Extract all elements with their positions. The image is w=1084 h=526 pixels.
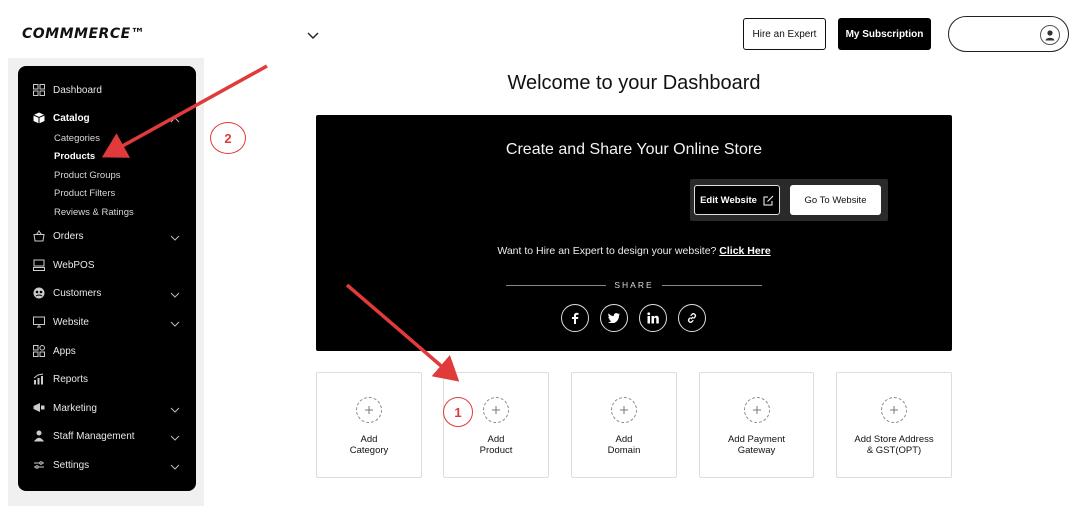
plus-icon: [743, 397, 770, 423]
my-subscription-button[interactable]: My Subscription: [838, 18, 931, 50]
sidebar-subitem-categories[interactable]: Categories: [54, 133, 100, 144]
chevron-down-icon[interactable]: [170, 462, 180, 472]
sidebar-item-label: Orders: [53, 230, 84, 242]
hero-title: Create and Share Your Online Store: [505, 141, 763, 158]
sidebar-subitem-products[interactable]: Products: [54, 151, 95, 162]
settings-icon: [32, 458, 46, 472]
sidebar-item-label: Website: [53, 316, 89, 328]
sidebar-item-label: Marketing: [53, 402, 97, 414]
plus-icon: [611, 397, 637, 423]
store-hero-panel: Create and Share Your Online Store Edit …: [316, 115, 952, 351]
card-label: Add Category: [349, 434, 389, 456]
apps-icon: [32, 344, 46, 358]
hire-expert-button[interactable]: Hire an Expert: [743, 18, 826, 50]
sidebar-item-label: Reports: [53, 373, 89, 385]
pos-icon: [32, 258, 46, 272]
add-category-card[interactable]: Add Category: [316, 372, 422, 478]
twitter-icon[interactable]: [600, 304, 628, 332]
add-domain-card[interactable]: Add Domain: [571, 372, 677, 478]
sidebar-item-label: Catalog: [53, 112, 90, 124]
sidebar: Dashboard Catalog Categories Products Pr…: [18, 66, 196, 491]
share-divider: SHARE: [506, 279, 762, 291]
sidebar-item-apps[interactable]: Apps: [32, 344, 76, 358]
sidebar-item-customers[interactable]: Customers: [32, 286, 101, 300]
sidebar-subitem-reviews-ratings[interactable]: Reviews & Ratings: [54, 207, 134, 218]
sidebar-item-label: Settings: [53, 459, 90, 471]
monitor-icon: [32, 315, 46, 329]
user-menu[interactable]: [948, 16, 1069, 52]
sidebar-item-staff-management[interactable]: Staff Management: [32, 429, 135, 443]
sidebar-item-label: Apps: [53, 345, 76, 357]
hero-button-group: Edit Website Go To Website: [690, 179, 888, 221]
sidebar-item-marketing[interactable]: Marketing: [32, 401, 97, 415]
chart-icon: [32, 372, 46, 386]
add-store-address-card[interactable]: Add Store Address & GST(OPT): [836, 372, 952, 478]
commerce-logo[interactable]: COMMMERCE™: [22, 26, 145, 42]
sidebar-item-label: Dashboard: [53, 84, 102, 96]
hire-expert-text: Want to Hire an Expert to design your we…: [316, 245, 952, 257]
edit-website-label: Edit Website: [700, 194, 757, 206]
plus-icon: [483, 397, 509, 423]
chevron-down-icon[interactable]: [170, 319, 180, 329]
chevron-down-icon[interactable]: [170, 405, 180, 415]
edit-icon: [763, 195, 774, 205]
linkedin-icon[interactable]: [639, 304, 667, 332]
card-label: Add Store Address & GST(OPT): [854, 434, 934, 456]
edit-website-button[interactable]: Edit Website: [694, 185, 780, 215]
customers-icon: [32, 286, 46, 300]
chevron-down-icon[interactable]: [305, 27, 321, 43]
megaphone-icon: [32, 401, 46, 415]
page-title: Welcome to your Dashboard: [507, 72, 761, 94]
chevron-down-icon[interactable]: [170, 233, 180, 243]
card-label: Add Product: [479, 434, 513, 456]
go-to-website-button[interactable]: Go To Website: [790, 185, 881, 215]
annotation-marker-1: 1: [443, 397, 473, 427]
annotation-marker-2: 2: [210, 122, 246, 154]
chevron-down-icon[interactable]: [170, 433, 180, 443]
sidebar-item-settings[interactable]: Settings: [32, 458, 89, 472]
card-label: Add Payment Gateway: [727, 434, 786, 456]
basket-icon: [32, 229, 46, 243]
sidebar-subitem-product-filters[interactable]: Product Filters: [54, 188, 115, 199]
sidebar-item-label: Customers: [53, 287, 102, 299]
avatar-icon: [1040, 25, 1060, 45]
chevron-down-icon[interactable]: [170, 290, 180, 300]
sidebar-subitem-product-groups[interactable]: Product Groups: [54, 170, 121, 181]
card-label: Add Domain: [607, 434, 641, 456]
sidebar-item-label: WebPOS: [53, 259, 95, 271]
sidebar-item-website[interactable]: Website: [32, 315, 89, 329]
staff-icon: [32, 429, 46, 443]
click-here-link[interactable]: Click Here: [719, 245, 770, 257]
sidebar-item-catalog[interactable]: Catalog: [32, 111, 90, 125]
link-icon[interactable]: [678, 304, 706, 332]
box-icon: [32, 111, 46, 125]
hire-expert-prompt: Want to Hire an Expert to design your we…: [497, 245, 717, 257]
sidebar-item-reports[interactable]: Reports: [32, 372, 88, 386]
sidebar-item-dashboard[interactable]: Dashboard: [32, 83, 102, 97]
grid-icon: [32, 83, 46, 97]
sidebar-item-webpos[interactable]: WebPOS: [32, 258, 95, 272]
plus-icon: [881, 397, 907, 423]
sidebar-item-orders[interactable]: Orders: [32, 229, 84, 243]
add-payment-gateway-card[interactable]: Add Payment Gateway: [699, 372, 814, 478]
plus-icon: [356, 397, 382, 423]
facebook-icon[interactable]: [561, 304, 589, 332]
sidebar-item-label: Staff Management: [53, 430, 135, 442]
chevron-up-icon[interactable]: [170, 115, 180, 125]
